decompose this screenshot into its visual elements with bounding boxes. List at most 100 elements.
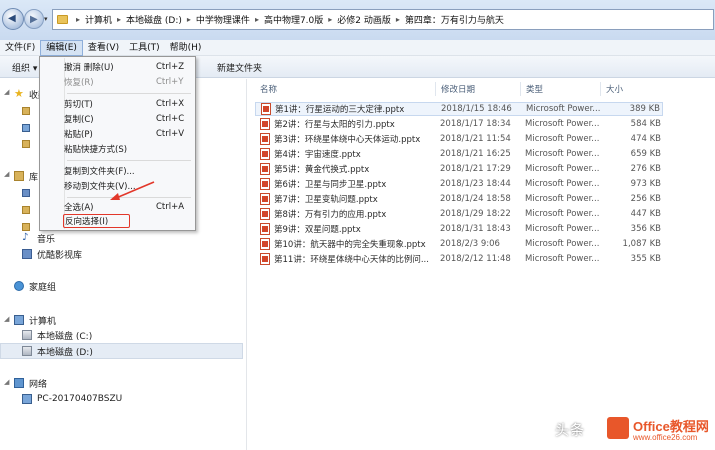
nav-favorite-item[interactable] bbox=[22, 137, 35, 151]
breadcrumb-computer[interactable]: 计算机 bbox=[85, 13, 112, 26]
breadcrumb-physics[interactable]: 中学物理课件 bbox=[196, 13, 250, 26]
nav-libraries-label: 库 bbox=[29, 170, 38, 183]
file-name-cell: 第8讲：万有引力的应用.pptx bbox=[260, 208, 386, 220]
nav-favorite-item[interactable] bbox=[22, 104, 35, 118]
organize-button[interactable]: 组织 ▾ bbox=[12, 61, 37, 74]
file-name-cell: 第10讲：航天器中的完全失重现象.pptx bbox=[260, 238, 426, 250]
nav-music[interactable]: ♪ 音乐 bbox=[22, 231, 55, 245]
chevron-right-icon[interactable]: ▸ bbox=[328, 15, 332, 24]
pptx-file-icon bbox=[260, 193, 270, 205]
menu-cut[interactable]: 剪切(T)Ctrl+X bbox=[64, 97, 191, 111]
music-icon: ♪ bbox=[22, 233, 32, 243]
chevron-right-icon[interactable]: ▸ bbox=[76, 15, 80, 24]
nav-video-library[interactable]: 优酷影视库 bbox=[22, 247, 82, 261]
pptx-file-icon bbox=[260, 253, 270, 265]
file-row[interactable]: 第4讲：宇宙速度.pptx 2018/1/21 16:25 Microsoft … bbox=[255, 147, 663, 161]
breadcrumb-version[interactable]: 高中物理7.0版 bbox=[264, 13, 323, 26]
nav-drive-c[interactable]: 本地磁盘 (C:) bbox=[22, 328, 92, 342]
nav-library-item[interactable] bbox=[22, 203, 35, 217]
address-bar-row: ◀ ▶ ▾ ▸ 计算机 ▸ 本地磁盘 (D:) ▸ 中学物理课件 ▸ 高中物理7… bbox=[0, 0, 715, 40]
collapse-icon[interactable]: ◢ bbox=[4, 315, 9, 323]
menu-tools[interactable]: 工具(T) bbox=[124, 40, 165, 56]
video-icon bbox=[22, 249, 32, 259]
menu-view[interactable]: 查看(V) bbox=[83, 40, 124, 56]
column-header-type[interactable]: 类型 bbox=[526, 82, 543, 96]
nav-drive-d-label: 本地磁盘 (D:) bbox=[37, 345, 93, 358]
file-row[interactable]: 第10讲：航天器中的完全失重现象.pptx 2018/2/3 9:06 Micr… bbox=[255, 237, 663, 251]
nav-network-label: 网络 bbox=[29, 377, 47, 390]
column-divider[interactable] bbox=[600, 82, 601, 96]
file-name-cell: 第11讲：环绕星体绕中心天体的比例问... bbox=[260, 253, 429, 265]
file-row[interactable]: 第3讲：环绕星体绕中心天体运动.pptx 2018/1/21 11:54 Mic… bbox=[255, 132, 663, 146]
breadcrumb-drive-d[interactable]: 本地磁盘 (D:) bbox=[126, 13, 182, 26]
file-type: Microsoft Power... bbox=[526, 104, 600, 114]
documents-icon bbox=[22, 206, 30, 214]
nav-drive-d[interactable]: 本地磁盘 (D:) bbox=[22, 344, 93, 358]
chevron-right-icon[interactable]: ▸ bbox=[187, 15, 191, 24]
chevron-right-icon[interactable]: ▸ bbox=[396, 15, 400, 24]
file-name: 第2讲：行星与太阳的引力.pptx bbox=[274, 118, 395, 130]
column-header-name[interactable]: 名称 bbox=[260, 82, 277, 96]
menu-edit[interactable]: 编辑(E) bbox=[40, 40, 83, 56]
nav-homegroup[interactable]: 家庭组 bbox=[14, 279, 56, 293]
file-name-cell: 第5讲：黄金代换式.pptx bbox=[260, 163, 369, 175]
file-date: 2018/1/21 16:25 bbox=[440, 149, 511, 159]
file-row[interactable]: 第1讲：行星运动的三大定律.pptx 2018/1/15 18:46 Micro… bbox=[255, 102, 663, 116]
chevron-right-icon[interactable]: ▸ bbox=[117, 15, 121, 24]
pptx-file-icon bbox=[260, 163, 270, 175]
breadcrumb-chapter[interactable]: 第四章：万有引力与航天 bbox=[405, 13, 504, 26]
pictures-icon bbox=[22, 189, 30, 197]
column-divider[interactable] bbox=[435, 82, 436, 96]
menu-bar: 文件(F) 编辑(E) 查看(V) 工具(T) 帮助(H) bbox=[0, 40, 715, 56]
menu-paste[interactable]: 粘贴(P)Ctrl+V bbox=[64, 127, 191, 141]
nav-libraries[interactable]: 库 bbox=[14, 169, 38, 183]
pptx-file-icon bbox=[260, 148, 270, 160]
file-row[interactable]: 第6讲：卫星与同步卫星.pptx 2018/1/23 18:44 Microso… bbox=[255, 177, 663, 191]
menu-redo[interactable]: 恢复(R)Ctrl+Y bbox=[64, 75, 191, 89]
file-name: 第8讲：万有引力的应用.pptx bbox=[274, 208, 386, 220]
column-divider[interactable] bbox=[520, 82, 521, 96]
nav-favorite-item[interactable] bbox=[22, 121, 35, 135]
menu-select-all-shortcut: Ctrl+A bbox=[156, 202, 184, 212]
file-row[interactable]: 第9讲：双星问题.pptx 2018/1/31 18:43 Microsoft … bbox=[255, 222, 663, 236]
column-header-size[interactable]: 大小 bbox=[606, 82, 623, 96]
file-type: Microsoft Power... bbox=[525, 194, 599, 204]
file-row[interactable]: 第2讲：行星与太阳的引力.pptx 2018/1/17 18:34 Micros… bbox=[255, 117, 663, 131]
network-icon bbox=[14, 378, 24, 388]
menu-copy-to-folder[interactable]: 复制到文件夹(F)... bbox=[64, 164, 191, 178]
menu-paste-shortcut[interactable]: 粘贴快捷方式(S) bbox=[64, 142, 191, 156]
breadcrumb-book[interactable]: 必修2 动画版 bbox=[337, 13, 391, 26]
chevron-right-icon[interactable]: ▸ bbox=[255, 15, 259, 24]
menu-select-all[interactable]: 全选(A)Ctrl+A bbox=[64, 200, 191, 214]
collapse-icon[interactable]: ◢ bbox=[4, 88, 9, 96]
file-size: 973 KB bbox=[631, 179, 661, 189]
forward-button[interactable]: ▶ bbox=[24, 9, 44, 29]
nav-computer[interactable]: 计算机 bbox=[14, 313, 56, 327]
file-row[interactable]: 第7讲：卫星变轨问题.pptx 2018/1/24 18:58 Microsof… bbox=[255, 192, 663, 206]
address-bar[interactable]: ▸ 计算机 ▸ 本地磁盘 (D:) ▸ 中学物理课件 ▸ 高中物理7.0版 ▸ … bbox=[52, 9, 714, 30]
back-button[interactable]: ◀ bbox=[2, 8, 24, 30]
menu-help[interactable]: 帮助(H) bbox=[165, 40, 207, 56]
file-name: 第6讲：卫星与同步卫星.pptx bbox=[274, 178, 386, 190]
history-dropdown-icon[interactable]: ▾ bbox=[44, 15, 48, 23]
menu-invert-selection[interactable]: 反向选择(I) bbox=[63, 214, 130, 228]
menu-undo-shortcut: Ctrl+Z bbox=[156, 62, 184, 72]
file-row[interactable]: 第5讲：黄金代换式.pptx 2018/1/21 17:29 Microsoft… bbox=[255, 162, 663, 176]
pptx-file-icon bbox=[261, 103, 271, 115]
collapse-icon[interactable]: ◢ bbox=[4, 378, 9, 386]
menu-copy[interactable]: 复制(C)Ctrl+C bbox=[64, 112, 191, 126]
collapse-icon[interactable]: ◢ bbox=[4, 170, 9, 178]
file-row[interactable]: 第8讲：万有引力的应用.pptx 2018/1/29 18:22 Microso… bbox=[255, 207, 663, 221]
nav-library-item[interactable] bbox=[22, 186, 35, 200]
nav-network-pc[interactable]: PC-20170407BSZU bbox=[22, 392, 122, 406]
file-type: Microsoft Power... bbox=[525, 209, 599, 219]
new-folder-button[interactable]: 新建文件夹 bbox=[217, 61, 262, 74]
nav-network[interactable]: 网络 bbox=[14, 376, 47, 390]
file-name: 第9讲：双星问题.pptx bbox=[274, 223, 361, 235]
column-header-date[interactable]: 修改日期 bbox=[441, 82, 475, 96]
file-name: 第11讲：环绕星体绕中心天体的比例问... bbox=[274, 253, 429, 265]
drive-icon bbox=[22, 330, 32, 340]
file-row[interactable]: 第11讲：环绕星体绕中心天体的比例问... 2018/2/12 11:48 Mi… bbox=[255, 252, 663, 266]
menu-file[interactable]: 文件(F) bbox=[0, 40, 40, 56]
menu-undo[interactable]: 撤消 删除(U)Ctrl+Z bbox=[64, 60, 191, 74]
